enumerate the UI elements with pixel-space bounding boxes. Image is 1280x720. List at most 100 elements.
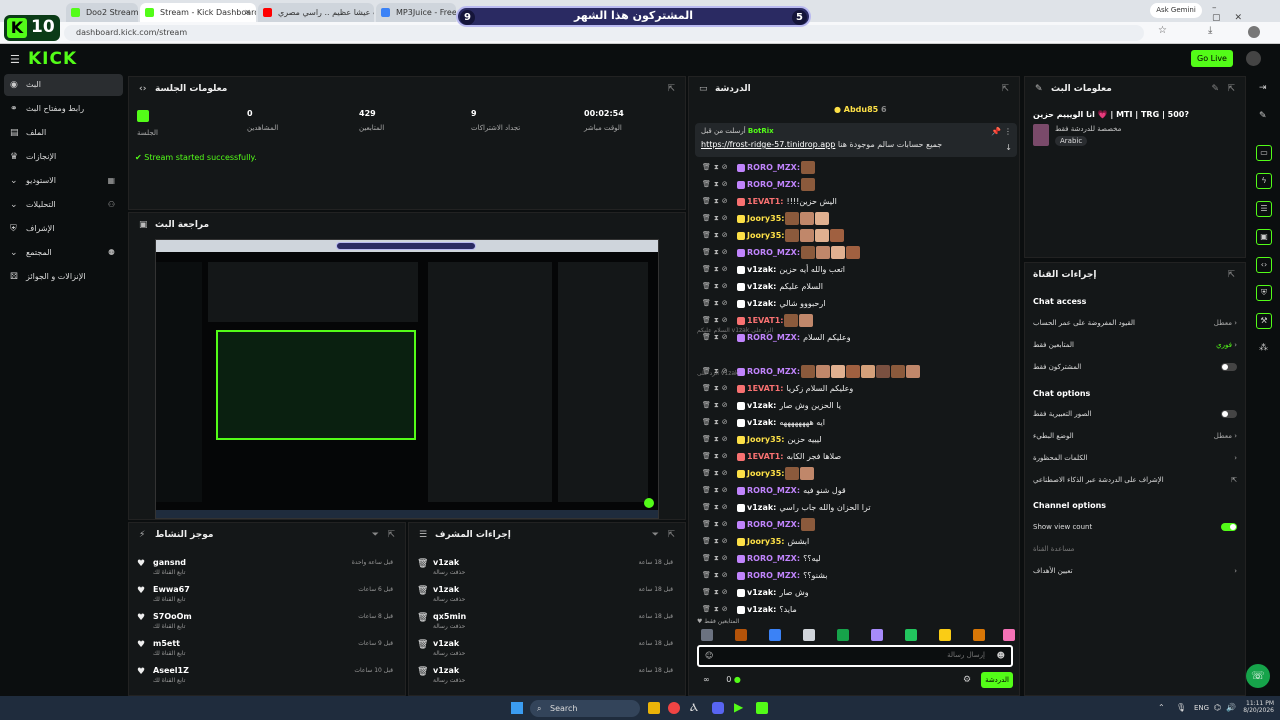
sidebar-item-analytics[interactable]: ⌄ التحليلات ⚇: [4, 194, 123, 216]
pin-icon[interactable]: 📌: [991, 127, 1001, 136]
chat-username[interactable]: v1zak:: [747, 418, 776, 427]
chat-username[interactable]: Joory35:: [747, 435, 784, 444]
mod-actions-icon[interactable]: 🗑⧗⊘: [702, 278, 731, 295]
emote-icon[interactable]: [701, 629, 713, 641]
mod-actions-icon[interactable]: 🗑⧗⊘: [702, 516, 731, 533]
sidebar-item-moderation[interactable]: ⛨ الإشراف: [4, 218, 123, 240]
discord-icon[interactable]: [712, 702, 724, 714]
collapse-icon[interactable]: ↓: [1005, 143, 1012, 152]
popout-icon[interactable]: ⇱: [667, 77, 675, 101]
rail-mod-button[interactable]: ⛨: [1256, 285, 1272, 301]
browser-tab[interactable]: الحب عيشا عظيم .. راسي مصري: [258, 3, 374, 22]
mod-actions-icon[interactable]: 🗑⧗⊘: [702, 567, 731, 584]
sidebar-item-studio[interactable]: ⌄ الاستوديو ▦: [4, 170, 123, 192]
kick-logo[interactable]: KICK: [28, 49, 77, 69]
emote-icon[interactable]: [837, 629, 849, 641]
chat-username[interactable]: RORO_MZX:: [747, 554, 800, 563]
mod-actions-icon[interactable]: 🗑⧗⊘: [702, 601, 731, 618]
help-chat-button[interactable]: ☏: [1246, 664, 1270, 688]
setting-ai-moderation[interactable]: الإشراف على الدردشة عبر الذكاء الاصطناعي…: [1033, 470, 1237, 490]
mod-actions-icon[interactable]: 🗑⧗⊘: [702, 550, 731, 567]
mod-actions-icon[interactable]: 🗑⧗⊘: [702, 448, 731, 465]
emote-icon[interactable]: [939, 629, 951, 641]
setting-account-age[interactable]: القيود المفروضة على عمر الحساب معطل ›: [1033, 313, 1237, 333]
filter-icon[interactable]: ⏷: [372, 523, 379, 547]
browser-tab-active[interactable]: Stream - Kick Dashboard ✕: [140, 3, 256, 22]
chat-username[interactable]: v1zak:: [747, 605, 776, 614]
emote-icon[interactable]: [973, 629, 985, 641]
stream-preview-video[interactable]: [155, 239, 659, 519]
chat-username[interactable]: Joory35:: [747, 537, 784, 546]
profile-avatar[interactable]: [1248, 26, 1260, 38]
app-icon[interactable]: Ⲁ: [690, 701, 698, 715]
popout-icon[interactable]: ⇱: [667, 523, 675, 547]
sidebar-item-drops[interactable]: ⚄ الإنزالات و الجوائز: [4, 266, 123, 288]
mod-actions-icon[interactable]: 🗑⧗⊘: [702, 465, 731, 482]
network-icon[interactable]: ⌬: [1214, 703, 1221, 712]
mod-actions-icon[interactable]: 🗑⧗⊘: [702, 499, 731, 516]
edit-icon[interactable]: ✎: [1211, 77, 1219, 101]
mod-actions-icon[interactable]: 🗑⧗⊘: [702, 193, 731, 210]
rail-chat-button[interactable]: ▭: [1256, 145, 1272, 161]
chat-username[interactable]: RORO_MZX:: [747, 571, 800, 580]
rail-tools-button[interactable]: ⚒: [1256, 313, 1272, 329]
rail-session-button[interactable]: ‹›: [1256, 257, 1272, 273]
go-live-button[interactable]: Go Live: [1191, 50, 1233, 67]
edit-icon[interactable]: ✎: [1259, 112, 1267, 121]
language-indicator[interactable]: ENG: [1194, 704, 1209, 712]
emote-only-toggle[interactable]: [1221, 410, 1237, 418]
chat-username[interactable]: v1zak:: [747, 265, 776, 274]
ask-gemini-button[interactable]: Ask Gemini: [1150, 3, 1202, 18]
filter-icon[interactable]: ⏷: [652, 523, 659, 547]
emoji-icon[interactable]: ☺: [705, 651, 713, 660]
emote-icon[interactable]: [803, 629, 815, 641]
mod-actions-icon[interactable]: 🗑⧗⊘: [702, 533, 731, 550]
chat-username[interactable]: Joory35:: [747, 469, 784, 478]
clock[interactable]: 11:11 PM 8/20/2026: [1240, 700, 1274, 714]
chat-username[interactable]: 1EVAT1:: [747, 316, 783, 325]
chat-username[interactable]: RORO_MZX:: [747, 248, 800, 257]
emote-icon[interactable]: [769, 629, 781, 641]
chat-username[interactable]: RORO_MZX:: [747, 163, 800, 172]
chat-username[interactable]: RORO_MZX:: [747, 486, 800, 495]
mod-actions-icon[interactable]: 🗑⧗⊘: [702, 584, 731, 601]
emote-picker-icon[interactable]: ☻: [997, 651, 1005, 660]
mod-actions-icon[interactable]: 🗑⧗⊘: [702, 176, 731, 193]
send-chat-button[interactable]: الدردشة: [981, 672, 1013, 688]
mod-actions-icon[interactable]: 🗑⧗⊘: [702, 295, 731, 312]
play-icon[interactable]: ▶: [734, 700, 743, 714]
chat-username[interactable]: 1EVAT1:: [747, 384, 783, 393]
taskbar-search[interactable]: ⌕ Search: [530, 700, 640, 717]
emote-icon[interactable]: [1003, 629, 1015, 641]
mic-icon[interactable]: 🎙: [1176, 703, 1186, 712]
sidebar-item-community[interactable]: ⌄ المجتمع ⚉: [4, 242, 123, 264]
volume-icon[interactable]: 🔊: [1226, 703, 1236, 712]
chat-username[interactable]: Joory35:: [747, 231, 784, 240]
mod-actions-icon[interactable]: 🗑⧗⊘: [702, 380, 731, 397]
emote-icon[interactable]: [905, 629, 917, 641]
show-view-count-toggle[interactable]: [1221, 523, 1237, 531]
chat-username[interactable]: v1zak:: [747, 299, 776, 308]
mod-actions-icon[interactable]: 🗑⧗⊘: [702, 210, 731, 227]
setting-followers-only[interactable]: المتابعين فقط فوري ›: [1033, 335, 1237, 355]
setting-banned-words[interactable]: الكلمات المحظورة ›: [1033, 448, 1237, 468]
menu-icon[interactable]: ☰: [10, 54, 20, 65]
setting-slow-mode[interactable]: الوضع البطيء معطل ›: [1033, 426, 1237, 446]
collapse-rail-icon[interactable]: ⇥: [1259, 84, 1267, 93]
tray-chevron-icon[interactable]: ⌃: [1158, 703, 1165, 712]
mod-actions-icon[interactable]: 🗑⧗⊘: [702, 244, 731, 261]
mod-actions-icon[interactable]: 🗑⧗⊘: [702, 159, 731, 176]
emote-icon[interactable]: [871, 629, 883, 641]
subscribers-only-toggle[interactable]: [1221, 363, 1237, 371]
pinned-message[interactable]: أرسلت من قبل BotRix https://frost-ridge-…: [695, 123, 1017, 157]
chat-username[interactable]: v1zak:: [747, 503, 776, 512]
chat-username[interactable]: v1zak:: [747, 282, 776, 291]
mod-actions-icon[interactable]: 🗑⧗⊘: [702, 431, 731, 448]
mod-actions-icon[interactable]: 🗑⧗⊘: [702, 397, 731, 414]
window-controls[interactable]: –▢✕: [1212, 3, 1272, 23]
popout-icon[interactable]: ⇱: [1001, 77, 1009, 101]
emote-icon[interactable]: [735, 629, 747, 641]
sidebar-item-stream-key[interactable]: ⚭ رابط ومفتاح البث: [4, 98, 123, 120]
chat-username[interactable]: RORO_MZX:: [747, 367, 800, 376]
chat-username[interactable]: v1zak:: [747, 588, 776, 597]
